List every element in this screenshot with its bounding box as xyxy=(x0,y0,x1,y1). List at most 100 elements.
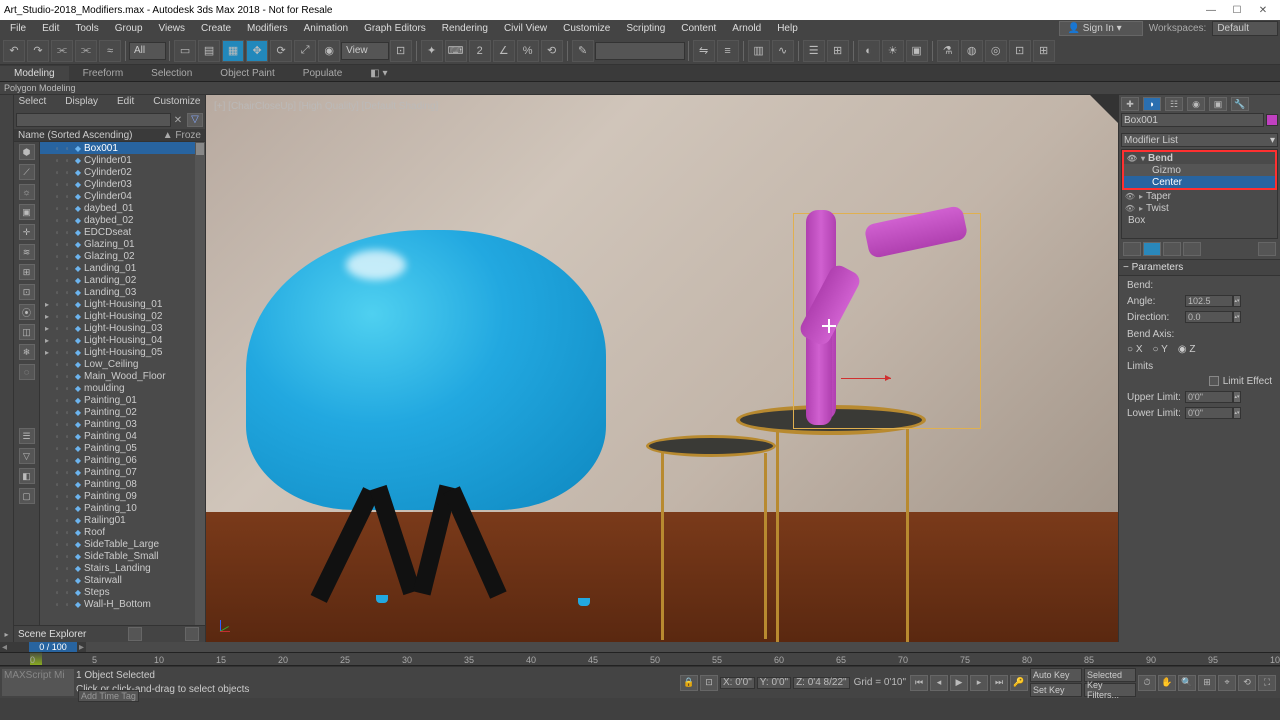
maxscript-listener[interactable]: MAXScript Mi xyxy=(2,669,74,696)
material-map-icon[interactable]: ⊡ xyxy=(1009,40,1031,62)
remove-modifier-icon[interactable] xyxy=(1183,242,1201,256)
filter-lights-icon[interactable]: ☼ xyxy=(19,184,35,200)
maximize-viewport-icon[interactable]: ⛶ xyxy=(1258,675,1276,691)
menu-group[interactable]: Group xyxy=(107,21,151,36)
redo-icon[interactable]: ↷ xyxy=(27,40,49,62)
viewport-label[interactable]: [+] [ChairCloseUp] [High Quality] [Defau… xyxy=(214,101,438,112)
gizmo-x-axis-icon[interactable] xyxy=(841,378,891,379)
direction-spinner[interactable]: ▴▾ xyxy=(1233,311,1241,323)
menu-help[interactable]: Help xyxy=(769,21,806,36)
direction-input[interactable]: 0.0 xyxy=(1185,311,1233,323)
filter-groups-icon[interactable]: ⊞ xyxy=(19,264,35,280)
slider-prev[interactable]: ◂ xyxy=(0,642,9,653)
upper-limit-spinner[interactable]: ▴▾ xyxy=(1233,391,1241,403)
keyboard-shortcut-icon[interactable]: ⌨ xyxy=(445,40,467,62)
bind-icon[interactable]: ≈ xyxy=(99,40,121,62)
curve-editor-icon[interactable]: ∿ xyxy=(772,40,794,62)
orbit-icon[interactable]: ⟲ xyxy=(1238,675,1256,691)
filter-geometry-icon[interactable]: ⬢ xyxy=(19,144,35,160)
tree-item[interactable]: ◦◦◆Painting_06 xyxy=(40,454,195,466)
angle-spinner[interactable]: ▴▾ xyxy=(1233,295,1241,307)
menu-content[interactable]: Content xyxy=(673,21,724,36)
search-input[interactable] xyxy=(16,113,171,127)
render-production-icon[interactable]: ⚗ xyxy=(937,40,959,62)
modifier-bend[interactable]: 👁▾Bend xyxy=(1124,152,1275,164)
next-frame-icon[interactable]: ▸ xyxy=(970,675,988,691)
lock-selection-icon[interactable]: 🔒 xyxy=(680,675,698,691)
filter-cameras-icon[interactable]: ▣ xyxy=(19,204,35,220)
menu-file[interactable]: File xyxy=(2,21,34,36)
select-object-icon[interactable]: ▭ xyxy=(174,40,196,62)
tree-item[interactable]: ◦◦◆Railing01 xyxy=(40,514,195,526)
upper-limit-input[interactable]: 0'0" xyxy=(1185,391,1233,403)
coord-z[interactable]: Z: 0'4 8/22" xyxy=(793,677,850,689)
ribbon-tab-selection[interactable]: Selection xyxy=(137,66,206,81)
zoom-all-icon[interactable]: ⊞ xyxy=(1198,675,1216,691)
zoom-extents-icon[interactable]: ⌖ xyxy=(1218,675,1236,691)
play-icon[interactable]: ▶ xyxy=(950,675,968,691)
menu-graph-editors[interactable]: Graph Editors xyxy=(356,21,434,36)
angle-input[interactable]: 102.5 xyxy=(1185,295,1233,307)
filter-none-icon[interactable]: ▽ xyxy=(19,448,35,464)
spinner-snap-icon[interactable]: ⟲ xyxy=(541,40,563,62)
menu-views[interactable]: Views xyxy=(151,21,194,36)
ribbon-subtab[interactable]: Polygon Modeling xyxy=(0,82,1280,95)
filter-xrefs-icon[interactable]: ⊡ xyxy=(19,284,35,300)
modifier-bend-center[interactable]: Center xyxy=(1124,176,1275,188)
viewcube-corner-icon[interactable] xyxy=(1090,95,1118,123)
tree-item[interactable]: ◦◦◆Painting_08 xyxy=(40,478,195,490)
menu-arnold[interactable]: Arnold xyxy=(724,21,769,36)
axis-y-radio[interactable]: ○ Y xyxy=(1153,344,1168,355)
material-browser-icon[interactable]: ◎ xyxy=(985,40,1007,62)
ribbon-tab-objectpaint[interactable]: Object Paint xyxy=(206,66,288,81)
tree-item[interactable]: ◦◦◆Box001 xyxy=(40,142,195,154)
render-setup-icon[interactable]: ☀ xyxy=(882,40,904,62)
tree-item[interactable]: ◦◦◆Steps xyxy=(40,586,195,598)
se-tab-customize[interactable]: Customize xyxy=(153,96,200,110)
add-time-tag[interactable]: Add Time Tag xyxy=(78,690,139,702)
reference-coord-dropdown[interactable]: View xyxy=(341,42,389,60)
tree-item[interactable]: ◦◦◆Cylinder02 xyxy=(40,166,195,178)
set-key-button[interactable]: Set Key xyxy=(1030,683,1082,697)
filter-invert-icon[interactable]: ◧ xyxy=(19,468,35,484)
time-slider[interactable]: ◂ 0 / 100 ▸ xyxy=(0,642,1280,652)
modifier-twist[interactable]: 👁▸Twist xyxy=(1122,202,1277,214)
mirror-icon[interactable]: ⇋ xyxy=(693,40,715,62)
tree-item[interactable]: ◦◦◆Painting_01 xyxy=(40,394,195,406)
prev-frame-icon[interactable]: ◂ xyxy=(930,675,948,691)
utilities-tab-icon[interactable]: 🔧 xyxy=(1231,97,1249,111)
tree-item[interactable]: ◦◦◆Glazing_02 xyxy=(40,250,195,262)
select-manipulate-icon[interactable]: ✦ xyxy=(421,40,443,62)
pan-view-icon[interactable]: ✋ xyxy=(1158,675,1176,691)
goto-end-icon[interactable]: ⏭ xyxy=(990,675,1008,691)
tree-item[interactable]: ◦◦◆Painting_03 xyxy=(40,418,195,430)
make-unique-icon[interactable] xyxy=(1163,242,1181,256)
tree-item[interactable]: ◦◦◆Landing_02 xyxy=(40,274,195,286)
unlink-icon[interactable]: ⫘ xyxy=(75,40,97,62)
coord-x[interactable]: X: 0'0" xyxy=(720,677,755,689)
lower-limit-input[interactable]: 0'0" xyxy=(1185,407,1233,419)
tree-item[interactable]: ▸◦◦◆Light-Housing_05 xyxy=(40,346,195,358)
ribbon-tab-populate[interactable]: Populate xyxy=(289,66,356,81)
tree-item[interactable]: ◦◦◆Cylinder03 xyxy=(40,178,195,190)
create-tab-icon[interactable]: ✚ xyxy=(1121,97,1139,111)
axis-x-radio[interactable]: ○ X xyxy=(1127,344,1143,355)
tree-item[interactable]: ◦◦◆Painting_09 xyxy=(40,490,195,502)
modifier-taper[interactable]: 👁▸Taper xyxy=(1122,190,1277,202)
selection-filter-dropdown[interactable]: All xyxy=(129,42,166,60)
tree-item[interactable]: ◦◦◆Low_Ceiling xyxy=(40,358,195,370)
se-footer-btn2[interactable] xyxy=(185,627,199,641)
tree-item[interactable]: ◦◦◆Painting_05 xyxy=(40,442,195,454)
edit-named-icon[interactable]: ✎ xyxy=(572,40,594,62)
select-region-icon[interactable]: ▦ xyxy=(222,40,244,62)
limit-effect-checkbox[interactable] xyxy=(1209,376,1219,386)
toggle-ribbon-icon[interactable]: ▥ xyxy=(748,40,770,62)
menu-create[interactable]: Create xyxy=(193,21,239,36)
filter-all-icon[interactable]: ☰ xyxy=(19,428,35,444)
tree-item[interactable]: ◦◦◆Wall-H_Bottom xyxy=(40,598,195,610)
named-selection-dropdown[interactable] xyxy=(595,42,685,60)
tree-item[interactable]: ◦◦◆Main_Wood_Floor xyxy=(40,370,195,382)
key-mode-icon[interactable]: 🔑 xyxy=(1010,675,1028,691)
se-footer-btn1[interactable] xyxy=(128,627,142,641)
tree-item[interactable]: ◦◦◆Cylinder01 xyxy=(40,154,195,166)
